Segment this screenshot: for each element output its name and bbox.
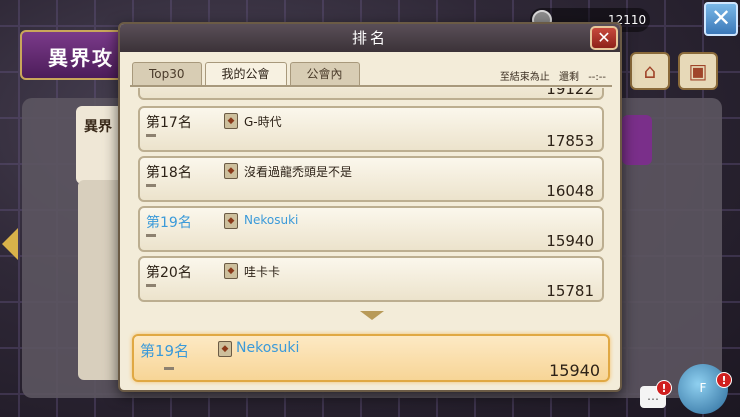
row-guild-name: 哇卡卡 xyxy=(244,265,281,279)
ranking-row[interactable]: 第17名 ◆ G-時代 17853 xyxy=(138,106,604,152)
ranking-dialog: 排名 ✕ Top30 我的公會 公會內 至結束為止 還剩 --:-- 19122… xyxy=(118,22,622,392)
ranking-row[interactable]: 第20名 ◆ 哇卡卡 15781 xyxy=(138,256,604,302)
row-guild-name: G-時代 xyxy=(244,115,282,129)
shop-button[interactable]: ⌂ xyxy=(630,52,670,90)
row-rank: 第17名 xyxy=(146,115,192,131)
chat-alert-badge: ! xyxy=(656,380,672,396)
my-guild-name: Nekosuki xyxy=(236,340,300,356)
ranking-row-current-guild[interactable]: 第19名 ◆ Nekosuki 15940 xyxy=(138,206,604,252)
scroll-down-icon[interactable] xyxy=(360,311,384,320)
row-rank: 第18名 xyxy=(146,165,192,181)
row-dash xyxy=(146,234,156,237)
my-guild-rank-row[interactable]: 第19名 ◆ Nekosuki 15940 xyxy=(132,334,610,382)
background-side-button xyxy=(622,115,652,165)
row-rank: 第20名 xyxy=(146,265,192,281)
dialog-header: 排名 xyxy=(120,24,620,52)
row-dash xyxy=(164,367,174,370)
guild-emblem-icon: ◆ xyxy=(224,163,238,179)
row-score: 15781 xyxy=(546,282,594,300)
remaining-value: --:-- xyxy=(588,72,606,83)
mascot-alert-badge: ! xyxy=(716,372,732,388)
guild-emblem-icon: ◆ xyxy=(218,341,232,357)
tab-divider xyxy=(130,85,612,87)
row-dash xyxy=(146,284,156,287)
ranking-tabs: Top30 我的公會 公會內 xyxy=(132,62,360,86)
shop-icon: ⌂ xyxy=(643,59,657,83)
row-dash xyxy=(146,184,156,187)
guild-emblem-icon: ◆ xyxy=(224,113,238,129)
tab-my-guild[interactable]: 我的公會 xyxy=(204,62,287,86)
my-score: 15940 xyxy=(549,361,600,380)
ranking-list[interactable]: 19122 第17名 ◆ G-時代 17853 第18名 ◆ 沒看過龍禿頭是不是… xyxy=(138,88,604,316)
my-rank: 第19名 xyxy=(140,342,190,360)
row-guild-name: 沒看過龍禿頭是不是 xyxy=(244,165,353,179)
row-guild-name: Nekosuki xyxy=(244,213,299,227)
time-remaining-label: 至結束為止 xyxy=(499,72,550,83)
time-remaining: 至結束為止 還剩 --:-- xyxy=(494,68,606,83)
tab-in-guild[interactable]: 公會內 xyxy=(289,62,360,86)
row-score: 16048 xyxy=(546,182,594,200)
row-dash xyxy=(146,134,156,137)
row-score: 19122 xyxy=(546,88,594,98)
remaining-label: 還剩 xyxy=(559,72,579,83)
row-rank: 第19名 xyxy=(146,215,192,231)
guild-emblem-icon: ◆ xyxy=(224,263,238,279)
chest-icon: ▣ xyxy=(688,59,708,83)
chest-button[interactable]: ▣ xyxy=(678,52,718,90)
ranking-row[interactable]: 19122 xyxy=(138,88,604,100)
tab-top30[interactable]: Top30 xyxy=(132,62,202,86)
dialog-title: 排名 xyxy=(351,29,388,47)
close-icon: ✕ xyxy=(597,28,611,47)
row-score: 15940 xyxy=(546,232,594,250)
close-screen-button[interactable]: ✕ xyxy=(704,2,738,36)
card-label: 異界 xyxy=(84,119,112,135)
row-score: 17853 xyxy=(546,132,594,150)
banner-title: 異界攻 xyxy=(48,46,114,70)
left-arrow-icon[interactable] xyxy=(2,228,18,260)
dialog-close-button[interactable]: ✕ xyxy=(590,26,618,50)
ranking-row[interactable]: 第18名 ◆ 沒看過龍禿頭是不是 16048 xyxy=(138,156,604,202)
mascot-label: F xyxy=(699,381,707,395)
guild-emblem-icon: ◆ xyxy=(224,213,238,229)
